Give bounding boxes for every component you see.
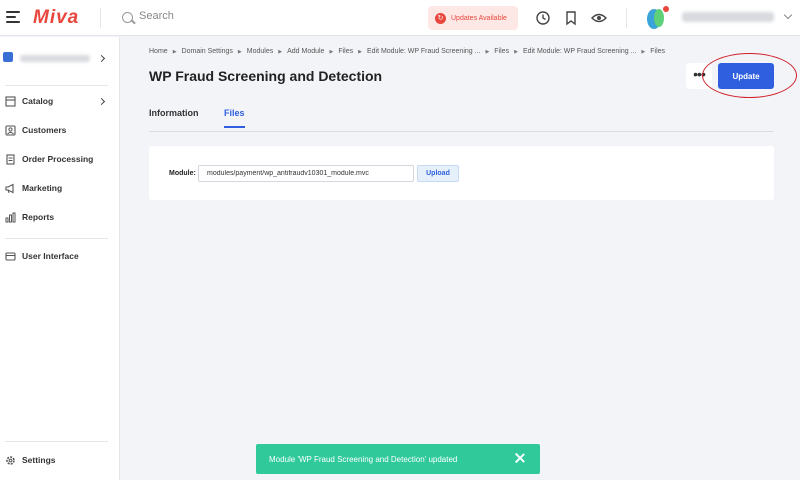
divider — [626, 8, 627, 28]
megaphone-icon — [5, 183, 14, 194]
menu-icon[interactable] — [6, 11, 20, 23]
store-selector[interactable] — [0, 49, 120, 69]
sidebar-item-label: Marketing — [22, 183, 63, 193]
sidebar-item-customers[interactable]: Customers — [0, 121, 120, 141]
breadcrumb-separator-icon: ▶ — [172, 48, 177, 55]
bookmark-icon[interactable] — [563, 10, 579, 26]
page-title: WP Fraud Screening and Detection — [149, 68, 383, 84]
search-input[interactable] — [139, 10, 399, 22]
breadcrumb-separator-icon: ▶ — [641, 48, 646, 55]
breadcrumb-separator-icon: ▶ — [237, 48, 242, 55]
breadcrumb-separator-icon: ▶ — [514, 48, 518, 55]
sidebar-item-label: Catalog — [22, 96, 54, 106]
top-bar: Miva ↻ Updates Available — [0, 0, 800, 36]
more-options-button[interactable]: ••• — [686, 63, 712, 89]
breadcrumb-item[interactable]: Add Module — [287, 48, 324, 55]
success-toast: Module 'WP Fraud Screening and Detection… — [256, 444, 540, 474]
sidebar-item-label: Order Processing — [22, 154, 94, 164]
sidebar-item-label: User Interface — [22, 251, 79, 261]
breadcrumb-item[interactable]: Modules — [247, 48, 273, 55]
store-name-blurred — [20, 55, 90, 62]
customers-icon — [5, 125, 16, 136]
breadcrumb-separator-icon: ▶ — [278, 48, 283, 55]
tab-bar: Information Files — [149, 106, 774, 132]
tab-information[interactable]: Information — [149, 108, 199, 126]
chevron-right-icon — [97, 97, 106, 106]
toast-message: Module 'WP Fraud Screening and Detection… — [269, 455, 458, 464]
divider — [5, 85, 108, 86]
breadcrumb-separator-icon: ▶ — [358, 48, 362, 55]
sidebar-item-order-processing[interactable]: Order Processing — [0, 150, 120, 170]
sidebar-item-label: Reports — [22, 212, 55, 222]
sidebar-item-marketing[interactable]: Marketing — [0, 179, 120, 199]
store-icon — [3, 52, 13, 62]
user-name-blurred[interactable] — [682, 12, 774, 22]
sidebar-item-user-interface[interactable]: User Interface — [0, 247, 120, 267]
sidebar: Catalog Customers Order Processing Marke… — [0, 37, 120, 480]
sidebar-item-settings[interactable]: Settings — [0, 451, 120, 471]
chevron-down-icon[interactable] — [783, 10, 793, 20]
bar-chart-icon — [5, 212, 16, 223]
tab-files[interactable]: Files — [224, 108, 245, 128]
divider — [5, 238, 108, 239]
breadcrumb-item[interactable]: Domain Settings — [182, 48, 233, 55]
breadcrumb-separator-icon: ▶ — [485, 48, 490, 55]
sidebar-item-label: Settings — [22, 455, 56, 465]
divider — [100, 8, 101, 28]
upload-button[interactable]: Upload — [417, 165, 459, 182]
history-icon[interactable] — [535, 10, 551, 26]
module-label: Module: — [169, 170, 196, 177]
breadcrumb-item[interactable]: Edit Module: WP Fraud Screening ... — [523, 48, 636, 55]
breadcrumb-item[interactable]: Edit Module: WP Fraud Screening ... — [367, 48, 480, 55]
avatar[interactable] — [644, 5, 670, 31]
breadcrumb-item-current: Files — [650, 48, 666, 55]
updates-label: Updates Available — [451, 14, 507, 22]
miva-logo[interactable]: Miva — [33, 7, 79, 29]
updates-available-button[interactable]: ↻ Updates Available — [428, 6, 518, 30]
divider — [5, 441, 108, 442]
sidebar-item-label: Customers — [22, 125, 67, 135]
chevron-right-icon — [97, 54, 106, 63]
update-button[interactable]: Update — [718, 63, 774, 89]
eye-icon[interactable] — [591, 10, 607, 26]
sidebar-item-reports[interactable]: Reports — [0, 208, 120, 228]
order-processing-icon — [6, 154, 15, 165]
module-file-field[interactable] — [198, 165, 414, 182]
sidebar-item-catalog[interactable]: Catalog — [0, 92, 120, 112]
search-icon — [122, 12, 133, 23]
update-alert-icon: ↻ — [435, 12, 446, 24]
catalog-icon — [5, 96, 16, 107]
breadcrumb-item[interactable]: Files — [338, 48, 353, 55]
breadcrumb: Home ▶ Domain Settings ▶ Modules ▶ Add Modu… — [149, 48, 665, 55]
files-card: Module: Upload — [149, 146, 774, 200]
breadcrumb-item[interactable]: Files — [494, 48, 509, 55]
gear-icon — [6, 456, 15, 465]
breadcrumb-item[interactable]: Home — [149, 48, 168, 55]
close-icon[interactable] — [514, 452, 526, 464]
user-interface-icon — [5, 252, 16, 261]
breadcrumb-separator-icon: ▶ — [329, 48, 334, 55]
